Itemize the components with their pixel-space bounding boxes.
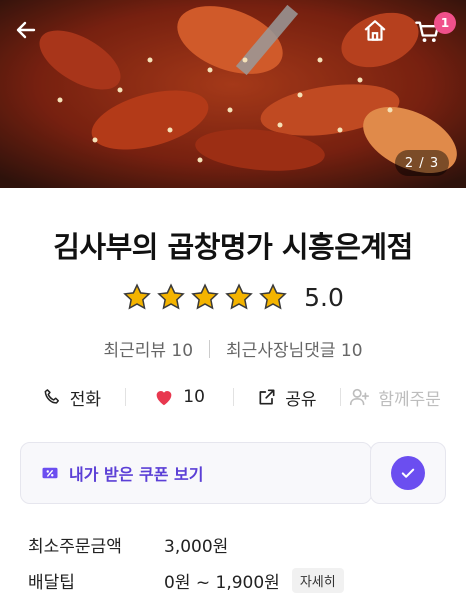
home-button[interactable] xyxy=(362,18,398,54)
back-button[interactable] xyxy=(14,18,50,54)
star-icon xyxy=(191,283,219,310)
coupon-icon xyxy=(42,467,58,479)
my-coupons-button[interactable]: 내가 받은 쿠폰 보기 xyxy=(20,442,372,504)
cart-count-badge: 1 xyxy=(434,12,456,34)
owner-comments-link[interactable]: 최근사장님댓글 10 xyxy=(226,336,363,361)
store-name: 김사부의 곱창명가 시흥은계점 xyxy=(53,230,413,264)
like-count: 10 xyxy=(183,387,205,407)
like-button[interactable]: 10 xyxy=(126,386,233,408)
coupon-check-button[interactable] xyxy=(370,442,446,504)
min-order-row: 최소주문금액 3,000원 xyxy=(28,532,228,557)
share-label: 공유 xyxy=(285,389,317,410)
share-icon xyxy=(259,389,275,405)
home-icon xyxy=(364,20,386,41)
check-icon-circle xyxy=(391,456,425,490)
call-label: 전화 xyxy=(69,389,102,410)
share-button[interactable]: 공유 xyxy=(234,385,341,410)
delivery-tip-row: 배달팁 0원 ~ 1,900원 자세히 xyxy=(28,568,344,593)
image-page-indicator: 2 / 3 xyxy=(395,150,449,176)
delivery-tip-label: 배달팁 xyxy=(28,573,75,593)
coupon-label: 내가 받은 쿠폰 보기 xyxy=(69,465,204,484)
min-order-label: 최소주문금액 xyxy=(28,537,122,557)
delivery-tip-value: 0원 ~ 1,900원 xyxy=(164,573,280,593)
rating-value: 5.0 xyxy=(304,282,344,312)
group-order-button[interactable]: 함께주문 xyxy=(341,385,448,410)
star-icon xyxy=(157,283,185,310)
recent-reviews-link[interactable]: 최근리뷰 10 xyxy=(103,336,193,361)
phone-icon xyxy=(44,389,59,404)
store-action-bar: 전화 10 공유 함께주문 xyxy=(18,380,448,414)
star-rating xyxy=(122,282,288,312)
hero-image[interactable]: 1 2 / 3 xyxy=(0,0,466,188)
delivery-tip-detail-button[interactable]: 자세히 xyxy=(291,568,344,593)
check-icon xyxy=(401,468,415,478)
review-summary: 최근리뷰 10 최근사장님댓글 10 xyxy=(0,336,466,361)
back-arrow-icon xyxy=(16,21,36,39)
star-icon xyxy=(259,283,287,310)
divider xyxy=(209,339,211,358)
group-order-label: 함께주문 xyxy=(378,389,441,410)
star-icon xyxy=(225,283,253,310)
add-person-icon xyxy=(350,388,370,406)
star-icon xyxy=(123,283,151,310)
min-order-value: 3,000원 xyxy=(164,537,229,557)
heart-icon xyxy=(156,391,172,406)
call-button[interactable]: 전화 xyxy=(18,385,125,410)
rating-row: 5.0 xyxy=(0,282,466,312)
